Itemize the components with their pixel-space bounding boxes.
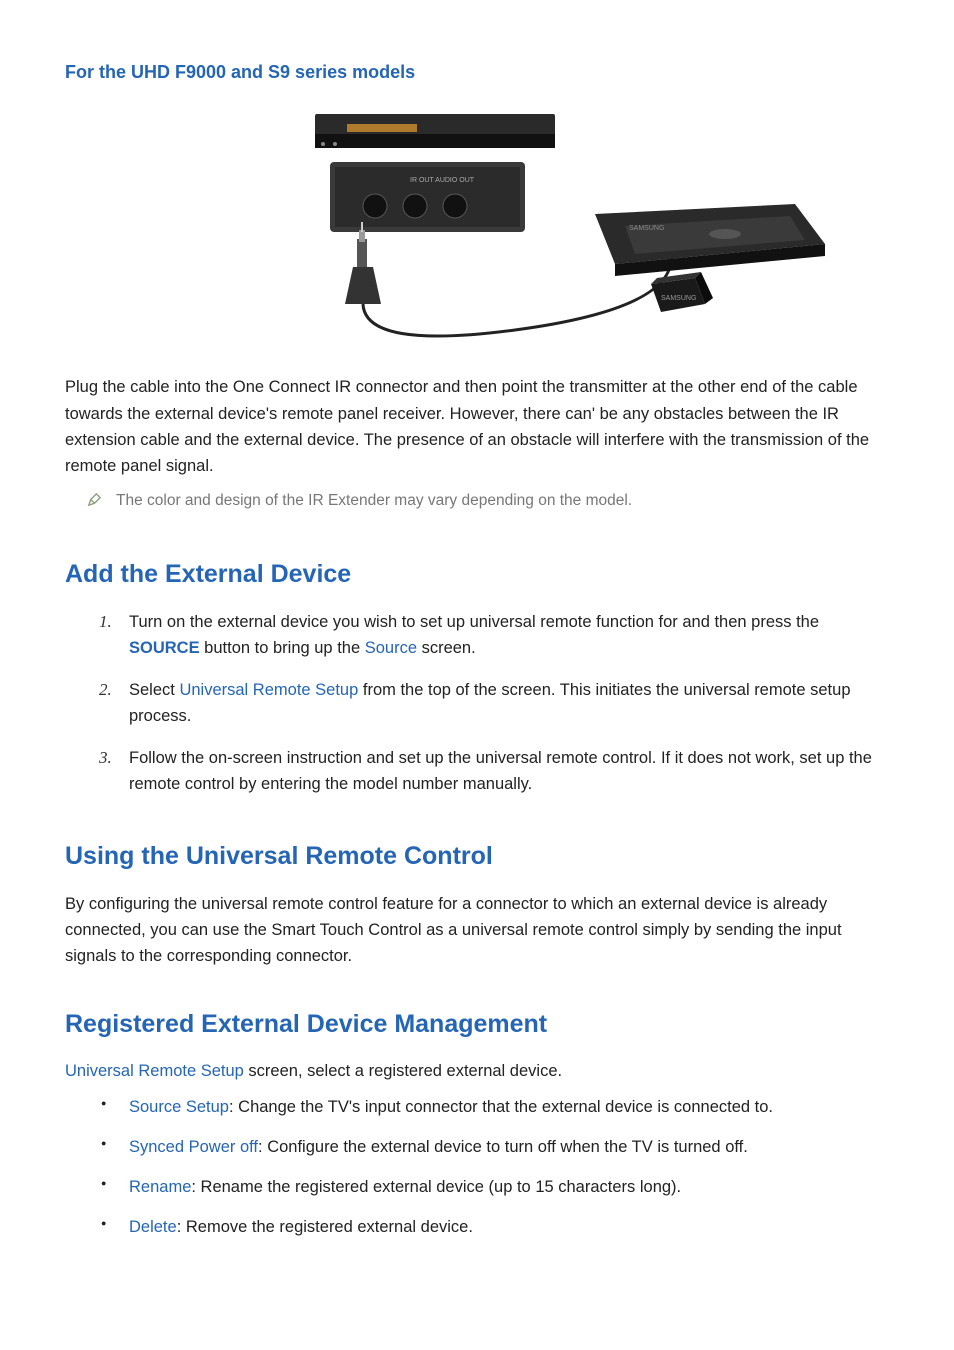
text-run: : Remove the registered external device.	[177, 1218, 473, 1236]
subheading: For the UHD F9000 and S9 series models	[65, 58, 889, 86]
step-item: Follow the on-screen instruction and set…	[99, 745, 889, 797]
heading: Using the Universal Remote Control	[65, 837, 889, 877]
keyword-source-screen: Source	[365, 639, 417, 657]
list-item: Source Setup: Change the TV's input conn…	[99, 1094, 889, 1120]
text-run: Select	[129, 681, 179, 699]
keyword-rename: Rename	[129, 1178, 191, 1196]
list-item: Delete: Remove the registered external d…	[99, 1214, 889, 1240]
intro-text: Universal Remote Setup screen, select a …	[65, 1058, 889, 1084]
ir-extender-diagram: IR OUT AUDIO OUT SAMSUNG	[195, 104, 835, 354]
keyword-delete: Delete	[129, 1218, 177, 1236]
text-run: : Change the TV's input connector that t…	[229, 1098, 773, 1116]
svg-text:SAMSUNG: SAMSUNG	[661, 295, 696, 302]
bullet-list: Source Setup: Change the TV's input conn…	[99, 1094, 889, 1240]
text-run: screen.	[417, 639, 476, 657]
keyword-universal-remote-setup: Universal Remote Setup	[179, 681, 358, 699]
ordered-steps: Turn on the external device you wish to …	[99, 609, 889, 797]
list-item: Rename: Rename the registered external d…	[99, 1174, 889, 1200]
text-run: screen, select a registered external dev…	[244, 1062, 562, 1080]
text-run: : Rename the registered external device …	[191, 1178, 681, 1196]
section-using-universal-remote: Using the Universal Remote Control By co…	[65, 837, 889, 969]
keyword-universal-remote-setup: Universal Remote Setup	[65, 1062, 244, 1080]
pencil-icon	[87, 489, 102, 507]
svg-text:SAMSUNG: SAMSUNG	[629, 225, 664, 232]
step-item: Turn on the external device you wish to …	[99, 609, 889, 661]
note: The color and design of the IR Extender …	[87, 489, 889, 513]
text-run: Follow the on-screen instruction and set…	[129, 749, 872, 793]
step-item: Select Universal Remote Setup from the t…	[99, 677, 889, 729]
keyword-source-button: SOURCE	[129, 639, 200, 657]
text-run: : Configure the external device to turn …	[258, 1138, 748, 1156]
body-text: By configuring the universal remote cont…	[65, 891, 889, 969]
list-item: Synced Power off: Configure the external…	[99, 1134, 889, 1160]
svg-text:IR OUT AUDIO OUT: IR OUT AUDIO OUT	[410, 177, 475, 184]
text-run: button to bring up the	[200, 639, 365, 657]
heading: Add the External Device	[65, 555, 889, 595]
body-text: Plug the cable into the One Connect IR c…	[65, 374, 889, 478]
keyword-source-setup: Source Setup	[129, 1098, 229, 1116]
heading: Registered External Device Management	[65, 1005, 889, 1045]
section-add-external-device: Add the External Device Turn on the exte…	[65, 555, 889, 797]
keyword-synced-power-off: Synced Power off	[129, 1138, 258, 1156]
note-text: The color and design of the IR Extender …	[116, 489, 632, 513]
section-uhd-models: For the UHD F9000 and S9 series models I…	[65, 58, 889, 513]
text-run: Turn on the external device you wish to …	[129, 613, 819, 631]
section-registered-device-management: Registered External Device Management Un…	[65, 1005, 889, 1241]
